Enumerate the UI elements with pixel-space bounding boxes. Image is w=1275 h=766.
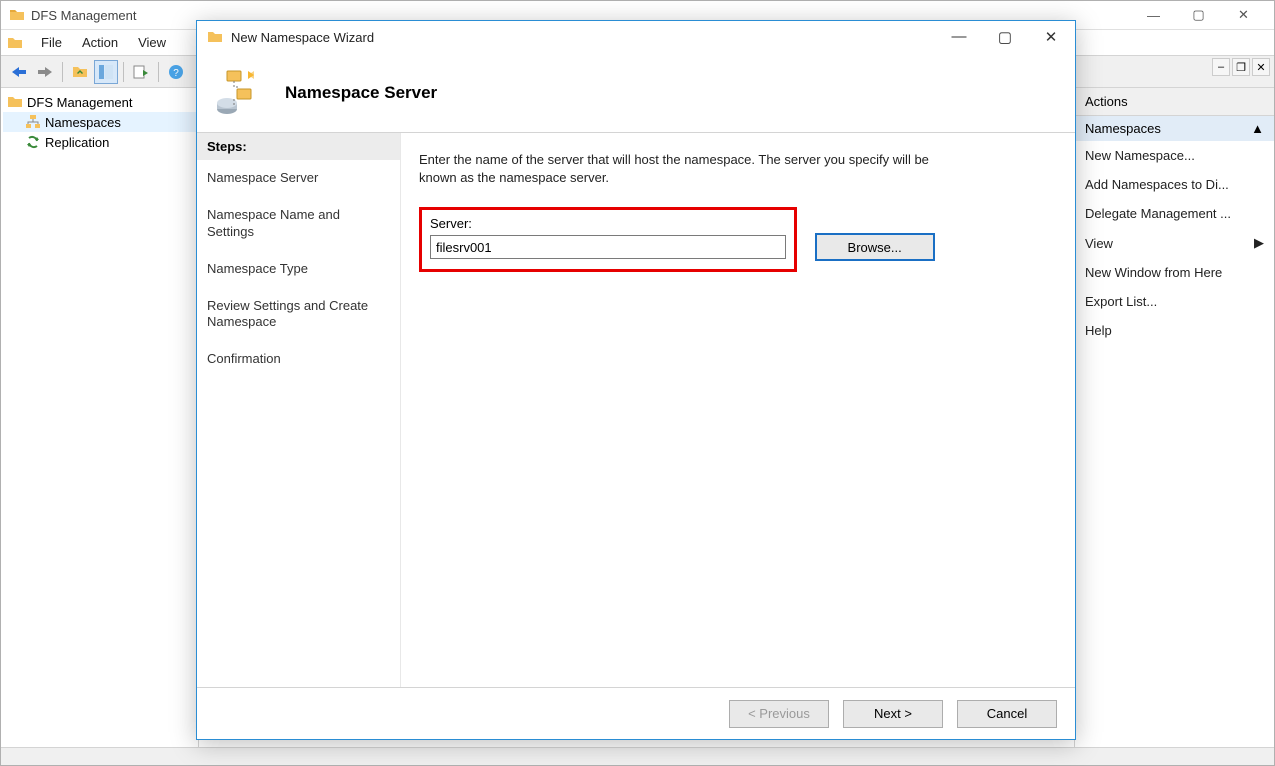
action-delegate-management[interactable]: Delegate Management ...	[1075, 199, 1274, 228]
menu-file[interactable]: File	[31, 32, 72, 53]
mdi-close-button[interactable]: ✕	[1252, 58, 1270, 76]
tree-panel: DFS Management Namespaces Replication	[1, 88, 199, 747]
minimize-button[interactable]: ―	[1131, 1, 1176, 30]
wizard-header: Namespace Server	[197, 53, 1075, 133]
action-export-list[interactable]: Export List...	[1075, 287, 1274, 316]
action-new-namespace[interactable]: New Namespace...	[1075, 141, 1274, 170]
toolbar-separator	[62, 62, 63, 82]
wizard-steps-panel: Steps: Namespace Server Namespace Name a…	[197, 133, 401, 687]
steps-header: Steps:	[197, 133, 400, 160]
layout-button[interactable]	[94, 60, 118, 84]
submenu-arrow-icon: ▶	[1254, 235, 1264, 251]
tree-root-label: DFS Management	[27, 95, 133, 110]
toolbar-separator	[158, 62, 159, 82]
cancel-button[interactable]: Cancel	[957, 700, 1057, 728]
tree-replication[interactable]: Replication	[3, 132, 196, 152]
tree-replication-label: Replication	[45, 135, 109, 150]
actions-section-label: Namespaces	[1085, 121, 1161, 136]
statusbar	[1, 747, 1274, 765]
help-button[interactable]: ?	[164, 60, 188, 84]
wizard-title: New Namespace Wizard	[231, 30, 945, 45]
browse-button[interactable]: Browse...	[815, 233, 935, 261]
namespace-hierarchy-icon	[215, 69, 263, 117]
tree-root[interactable]: DFS Management	[3, 92, 196, 112]
svg-text:?: ?	[173, 68, 179, 79]
menu-action[interactable]: Action	[72, 32, 128, 53]
actions-section-namespaces[interactable]: Namespaces ▲	[1075, 116, 1274, 141]
new-namespace-wizard: New Namespace Wizard ― ▢ ✕ Namespace Ser…	[196, 20, 1076, 740]
actions-header: Actions	[1075, 88, 1274, 116]
previous-button: < Previous	[729, 700, 829, 728]
wizard-footer: < Previous Next > Cancel	[197, 687, 1075, 739]
folder-icon	[207, 29, 223, 45]
action-help[interactable]: Help	[1075, 316, 1274, 345]
maximize-button[interactable]: ▢	[1176, 1, 1221, 30]
wizard-close-button[interactable]: ✕	[1037, 28, 1065, 46]
forward-button[interactable]	[33, 60, 57, 84]
server-input-group: Server:	[419, 207, 797, 272]
step-confirmation[interactable]: Confirmation	[197, 341, 400, 378]
step-namespace-name-settings[interactable]: Namespace Name and Settings	[197, 197, 400, 251]
menu-view[interactable]: View	[128, 32, 176, 53]
back-button[interactable]	[7, 60, 31, 84]
tree-namespaces-label: Namespaces	[45, 115, 121, 130]
actions-panel: Actions Namespaces ▲ New Namespace... Ad…	[1074, 88, 1274, 747]
tree-namespaces[interactable]: Namespaces	[3, 112, 196, 132]
folder-icon	[9, 7, 25, 23]
step-namespace-type[interactable]: Namespace Type	[197, 251, 400, 288]
export-button[interactable]	[129, 60, 153, 84]
wizard-instruction: Enter the name of the server that will h…	[419, 151, 939, 187]
action-view[interactable]: View▶	[1075, 228, 1274, 258]
next-button[interactable]: Next >	[843, 700, 943, 728]
mdi-window-controls: – ❐ ✕	[1212, 58, 1270, 76]
mdi-restore-button[interactable]: ❐	[1232, 58, 1250, 76]
step-review-create[interactable]: Review Settings and Create Namespace	[197, 288, 400, 342]
toolbar-separator	[123, 62, 124, 82]
wizard-content: Enter the name of the server that will h…	[401, 133, 1075, 687]
wizard-maximize-button[interactable]: ▢	[991, 28, 1019, 46]
server-label: Server:	[430, 216, 786, 231]
up-folder-button[interactable]	[68, 60, 92, 84]
wizard-titlebar: New Namespace Wizard ― ▢ ✕	[197, 21, 1075, 53]
action-new-window[interactable]: New Window from Here	[1075, 258, 1274, 287]
collapse-icon: ▲	[1251, 121, 1264, 136]
folder-icon	[7, 35, 23, 51]
close-button[interactable]: ✕	[1221, 1, 1266, 30]
action-add-namespaces[interactable]: Add Namespaces to Di...	[1075, 170, 1274, 199]
wizard-minimize-button[interactable]: ―	[945, 28, 973, 46]
server-input[interactable]	[430, 235, 786, 259]
wizard-header-title: Namespace Server	[285, 83, 437, 103]
mdi-minimize-button[interactable]: –	[1212, 58, 1230, 76]
step-namespace-server[interactable]: Namespace Server	[197, 160, 400, 197]
